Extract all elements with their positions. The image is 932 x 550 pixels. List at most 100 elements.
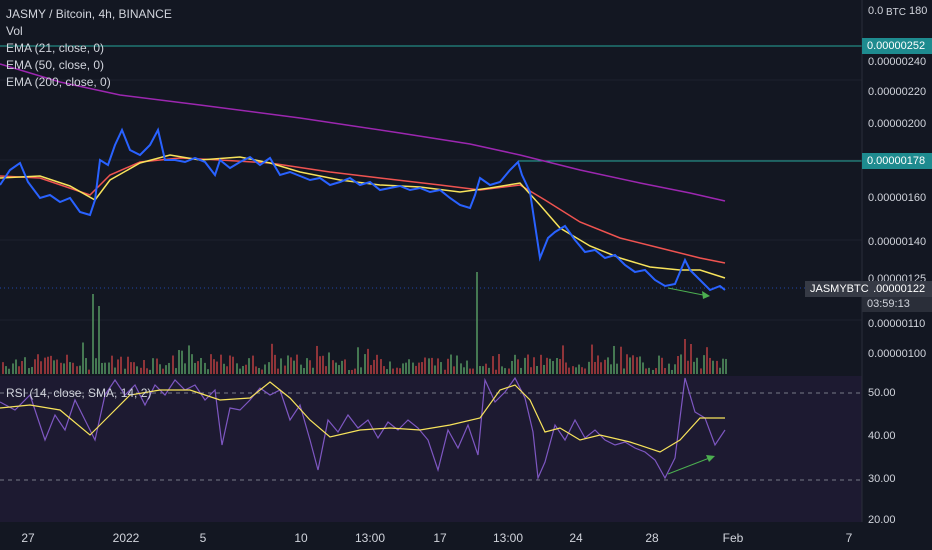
- volume-indicator-label[interactable]: Vol: [6, 23, 172, 40]
- volume-bar: [277, 368, 279, 374]
- volume-bar: [508, 368, 510, 374]
- ema-50-line: [0, 157, 726, 264]
- volume-bar: [421, 362, 423, 374]
- volume-bar: [159, 364, 161, 374]
- volume-bar: [693, 361, 695, 374]
- volume-bar: [101, 362, 103, 374]
- volume-bar: [284, 365, 286, 374]
- volume-bar: [623, 368, 625, 374]
- symbol-price-tag: JASMYBTC: [805, 281, 874, 297]
- volume-bar: [338, 365, 340, 374]
- volume-bar: [632, 355, 634, 374]
- volume-bar: [428, 358, 430, 374]
- volume-bar: [258, 367, 260, 374]
- price-line: [0, 127, 726, 292]
- volume-bar: [386, 369, 388, 374]
- volume-bar: [674, 364, 676, 374]
- volume-bar: [316, 345, 318, 374]
- volume-bar: [184, 363, 186, 374]
- volume-bar: [687, 360, 689, 374]
- volume-bar: [50, 355, 52, 374]
- volume-bar: [597, 355, 599, 374]
- price-label: 0.00000110: [868, 318, 926, 330]
- volume-bar: [124, 368, 126, 374]
- volume-bar: [466, 360, 468, 374]
- volume-bar: [252, 355, 254, 374]
- volume-bar: [261, 369, 263, 374]
- volume-bar: [360, 367, 362, 374]
- volume-bar: [332, 360, 334, 374]
- volume-bar: [239, 368, 241, 374]
- volume-bar: [63, 363, 65, 374]
- volume-bar: [168, 362, 170, 374]
- volume-bar: [568, 367, 570, 374]
- volume-bar: [149, 369, 151, 374]
- volume-bar: [492, 356, 494, 374]
- volume-bar: [21, 361, 23, 374]
- volume-bar: [56, 359, 58, 374]
- volume-bar: [319, 356, 321, 374]
- volume-bar: [549, 358, 551, 374]
- price-label: 0.00000100: [868, 348, 927, 360]
- price-label: 0.00000240: [868, 56, 927, 68]
- volume-bar: [268, 362, 270, 374]
- volume-bar: [290, 357, 292, 374]
- symbol-title[interactable]: JASMY / Bitcoin, 4h, BINANCE: [6, 6, 172, 23]
- volume-bar: [671, 369, 673, 374]
- rsi-indicator-label[interactable]: RSI (14, close, SMA, 14, 2): [6, 386, 151, 400]
- volume-bar: [690, 344, 692, 374]
- ema-200-label[interactable]: EMA (200, close, 0): [6, 74, 172, 91]
- time-label: 27: [21, 531, 35, 545]
- volume-bar: [456, 355, 458, 374]
- volume-bar: [559, 359, 561, 374]
- volume-bar: [274, 354, 276, 374]
- ema-21-label[interactable]: EMA (21, close, 0): [6, 40, 172, 57]
- volume-bar: [716, 360, 718, 374]
- rsi-scale-label: 50.00: [868, 387, 896, 399]
- volume-bar: [130, 362, 132, 374]
- volume-bar: [18, 366, 20, 374]
- volume-bar: [696, 357, 698, 374]
- volume-bar: [392, 368, 394, 374]
- volume-bar: [530, 367, 532, 374]
- volume-bar: [380, 359, 382, 374]
- volume-bar: [514, 354, 516, 374]
- volume-bar: [460, 363, 462, 374]
- rsi-scale-label: 30.00: [868, 473, 896, 485]
- time-axis[interactable]: 27 2022 5 10 13:00 17 13:00 24 28 Feb 7: [0, 522, 932, 550]
- volume-bar: [469, 368, 471, 374]
- volume-bar: [629, 357, 631, 374]
- volume-bar: [175, 368, 177, 374]
- volume-bar: [664, 368, 666, 374]
- volume-bar: [536, 366, 538, 374]
- volume-bar: [140, 367, 142, 374]
- volume-bar: [88, 369, 90, 374]
- volume-bar: [322, 355, 324, 374]
- volume-bar: [418, 362, 420, 374]
- volume-bar: [236, 363, 238, 374]
- volume-bar: [373, 359, 375, 374]
- volume-bar: [367, 348, 369, 374]
- volume-bar: [2, 362, 4, 374]
- ema-50-label[interactable]: EMA (50, close, 0): [6, 57, 172, 74]
- volume-bar: [556, 357, 558, 374]
- volume-bar: [488, 367, 490, 374]
- volume-bar: [293, 360, 295, 374]
- time-label: 7: [845, 531, 853, 545]
- volume-bar: [645, 368, 647, 374]
- volume-bar: [517, 359, 519, 374]
- volume-bar: [498, 354, 500, 374]
- price-scale[interactable]: 0.0 180 0.00000252 0.00000240 0.00000220…: [862, 0, 932, 526]
- time-label: 13:00: [354, 531, 386, 545]
- volume-bar: [652, 369, 654, 374]
- volume-bar: [47, 356, 49, 374]
- volume-bar: [613, 345, 615, 374]
- volume-bar: [344, 359, 346, 374]
- volume-bar: [431, 357, 433, 374]
- volume-bar: [383, 366, 385, 374]
- volume-bar: [354, 368, 356, 374]
- volume-bar: [111, 355, 113, 374]
- volume-bar: [328, 352, 330, 374]
- volume-bar: [152, 358, 154, 374]
- volume-bar: [5, 366, 7, 374]
